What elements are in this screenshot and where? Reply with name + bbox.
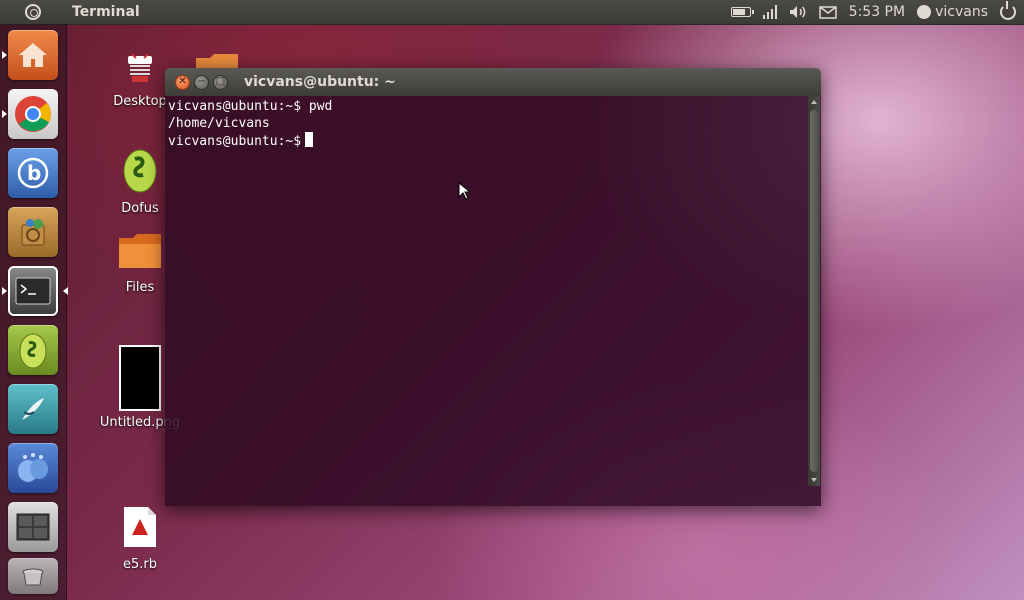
- shopping-bag-icon: [21, 219, 45, 246]
- folder-icon: [119, 234, 161, 268]
- terminal-line: vicvans@ubuntu:~$ pwd: [168, 99, 333, 114]
- ubuntu-logo-icon: [25, 4, 41, 20]
- launcher-empathy[interactable]: [8, 443, 58, 493]
- dash-home-button[interactable]: [0, 0, 66, 24]
- maximize-button[interactable]: □: [213, 74, 228, 90]
- terminal-prompt-line: vicvans@ubuntu:~$: [168, 132, 818, 149]
- launcher-dofus[interactable]: [8, 325, 58, 375]
- workspace-grid-icon: [16, 513, 50, 541]
- clock-text: 5:53 PM: [848, 4, 906, 20]
- terminal-line: /home/vicvans: [168, 116, 270, 131]
- indicator-area: 5:53 PM vicvans: [730, 1, 1024, 20]
- terminal-title: vicvans@ubuntu: ~: [244, 74, 396, 90]
- desktop-icon-dofus[interactable]: Dofus: [108, 145, 172, 216]
- user-status-icon: [917, 5, 932, 19]
- clock-indicator[interactable]: 5:53 PM: [849, 4, 905, 20]
- text-cursor: [305, 132, 314, 147]
- desktop-icon-label: Desktop: [113, 94, 167, 109]
- launcher-chrome[interactable]: [2, 89, 58, 139]
- files-icon-label: Files: [125, 280, 155, 295]
- user-indicator[interactable]: vicvans: [917, 4, 988, 20]
- dofus-egg-icon: [19, 333, 47, 369]
- sound-indicator[interactable]: [789, 5, 807, 19]
- power-icon: [1000, 1, 1016, 20]
- terminal-scrollbar[interactable]: [808, 96, 820, 486]
- dofus-icon-label: Dofus: [121, 201, 159, 216]
- svg-text:b: b: [27, 161, 41, 185]
- launcher-software-center[interactable]: [8, 207, 58, 257]
- desktop-icon-e5-rb[interactable]: e5.rb: [108, 505, 172, 572]
- top-panel: Terminal 5:53 PM vicvans: [0, 0, 1024, 24]
- network-indicator[interactable]: [762, 5, 777, 19]
- launcher: b: [0, 24, 68, 600]
- close-button[interactable]: ✕: [175, 74, 190, 90]
- minimize-button[interactable]: −: [194, 74, 209, 90]
- launcher-home-folder[interactable]: [2, 30, 58, 80]
- battery-icon: [730, 7, 754, 17]
- ruby-file-icon: [124, 507, 156, 547]
- messaging-indicator[interactable]: [818, 5, 837, 19]
- scroll-up-arrow-icon[interactable]: [811, 100, 817, 104]
- battery-indicator[interactable]: [730, 7, 754, 17]
- mouse-pointer-icon: [458, 182, 470, 200]
- close-icon: ✕: [178, 76, 187, 87]
- terminal-titlebar[interactable]: ✕ − □ vicvans@ubuntu: ~: [165, 68, 821, 96]
- quill-icon: [22, 398, 44, 420]
- launcher-trash-stack[interactable]: [8, 558, 58, 594]
- active-app-title: Terminal: [72, 4, 140, 20]
- launcher-workspace-switcher[interactable]: [8, 502, 58, 552]
- dofus-egg-icon: [123, 149, 157, 193]
- chrome-icon: [15, 96, 51, 132]
- terminal-icon: [15, 277, 51, 305]
- session-indicator[interactable]: [1000, 1, 1016, 20]
- desktop-spring-icon: [128, 53, 152, 82]
- scrollbar-thumb[interactable]: [810, 110, 818, 472]
- terminal-prompt: vicvans@ubuntu:~$: [168, 134, 302, 149]
- signal-bars-icon: [762, 5, 777, 19]
- terminal-window[interactable]: ✕ − □ vicvans@ubuntu: ~ vicvans@ubuntu:~…: [165, 68, 821, 506]
- focused-indicator: [63, 287, 68, 295]
- running-indicator: [2, 287, 7, 295]
- terminal-output[interactable]: vicvans@ubuntu:~$ pwd /home/vicvans vicv…: [165, 96, 821, 506]
- e5-rb-label: e5.rb: [123, 557, 157, 572]
- chat-bubbles-icon: [18, 453, 48, 482]
- launcher-terminal[interactable]: [2, 266, 68, 316]
- trash-icon: [22, 568, 44, 586]
- image-thumbnail-icon: [119, 345, 161, 411]
- running-indicator: [2, 110, 7, 118]
- user-name: vicvans: [935, 4, 988, 20]
- running-indicator: [2, 51, 7, 59]
- desktop-icon-files[interactable]: Files: [108, 232, 172, 295]
- scroll-down-arrow-icon[interactable]: [811, 478, 817, 482]
- minimize-icon: −: [197, 76, 206, 87]
- envelope-icon: [818, 5, 837, 19]
- launcher-blue-app[interactable]: b: [8, 148, 58, 198]
- speaker-icon: [789, 6, 806, 18]
- launcher-writer-app[interactable]: [8, 384, 58, 434]
- home-folder-icon: [19, 43, 47, 67]
- maximize-icon: □: [215, 76, 226, 87]
- b-letter-icon: b: [17, 157, 49, 189]
- desktop-icon-desktop[interactable]: Desktop: [108, 50, 172, 109]
